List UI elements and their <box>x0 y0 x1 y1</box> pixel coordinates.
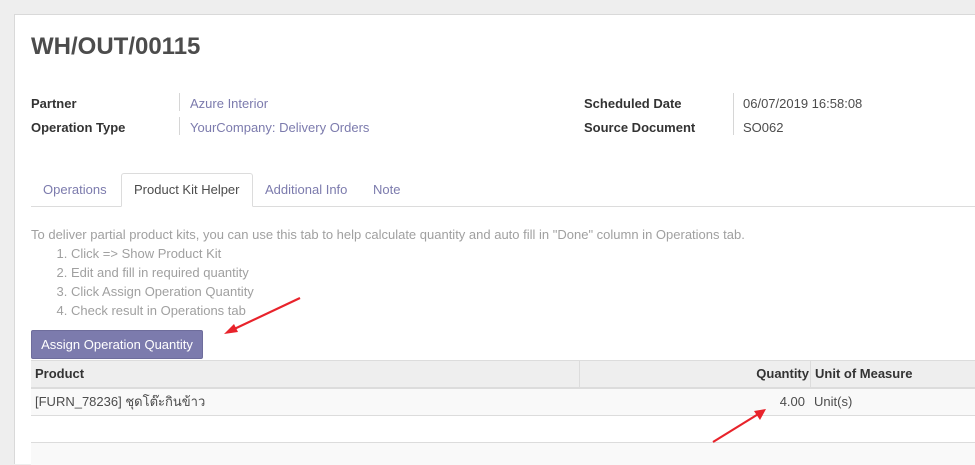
tab-product-kit-helper[interactable]: Product Kit Helper <box>121 173 253 207</box>
field-divider <box>179 117 180 135</box>
table-empty-row <box>31 416 975 443</box>
assign-operation-quantity-button[interactable]: Assign Operation Quantity <box>31 330 203 359</box>
scheduled-date-label: Scheduled Date <box>584 96 682 111</box>
helper-step: Check result in Operations tab <box>71 301 745 320</box>
field-divider <box>733 93 734 135</box>
row-uom: Unit(s) <box>814 394 853 409</box>
column-header-uom[interactable]: Unit of Measure <box>810 361 913 387</box>
tab-note[interactable]: Note <box>361 174 412 206</box>
page-title: WH/OUT/00115 <box>31 33 201 60</box>
helper-steps: Click => Show Product Kit Edit and fill … <box>31 244 745 320</box>
column-header-quantity[interactable]: Quantity <box>756 361 809 387</box>
helper-step: Click => Show Product Kit <box>71 244 745 263</box>
scheduled-date-value: 06/07/2019 16:58:08 <box>743 96 863 111</box>
helper-step: Click Assign Operation Quantity <box>71 282 745 301</box>
row-product: [FURN_78236] ชุดโต๊ะกินข้าว <box>35 394 206 409</box>
field-divider <box>179 93 180 111</box>
table-row[interactable]: [FURN_78236] ชุดโต๊ะกินข้าว 4.00 Unit(s) <box>31 389 975 416</box>
partner-label: Partner <box>31 96 77 111</box>
row-quantity[interactable]: 4.00 <box>579 389 805 415</box>
helper-step: Edit and fill in required quantity <box>71 263 745 282</box>
helper-intro: To deliver partial product kits, you can… <box>31 227 745 242</box>
arrow-annotation-icon <box>224 297 301 334</box>
column-header-quantity-cell: Quantity <box>579 361 809 387</box>
table-header: Product Quantity Unit of Measure <box>31 360 975 389</box>
form-sheet: WH/OUT/00115 Partner Azure Interior Oper… <box>14 14 975 465</box>
table-empty-row <box>31 443 975 465</box>
arrow-annotation-icon <box>712 409 766 443</box>
product-kit-table: Product Quantity Unit of Measure [FURN_7… <box>31 360 975 465</box>
operation-type-link[interactable]: YourCompany: Delivery Orders <box>190 120 369 135</box>
source-document-label: Source Document <box>584 120 696 135</box>
source-document-value: SO062 <box>743 120 784 135</box>
tab-operations[interactable]: Operations <box>31 174 119 206</box>
operation-type-label: Operation Type <box>31 120 126 135</box>
column-header-product[interactable]: Product <box>35 361 84 387</box>
helper-instructions: To deliver partial product kits, you can… <box>31 225 745 320</box>
tab-additional-info[interactable]: Additional Info <box>253 174 359 206</box>
partner-link[interactable]: Azure Interior <box>190 96 268 111</box>
